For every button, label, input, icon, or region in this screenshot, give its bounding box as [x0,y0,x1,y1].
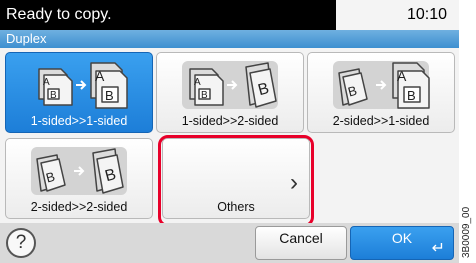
option-1-sided-to-2-sided[interactable]: A B B 1-sided>>2-sided [156,52,304,133]
option-1-sided-to-1-sided[interactable]: A B A B 1-sided>>1-sided [5,52,153,133]
document-id: 3B0009_00 [461,206,472,258]
option-label: 1-sided>>1-sided [30,114,128,128]
svg-text:B: B [201,90,208,101]
option-2-sided-to-2-sided[interactable]: B B 2-sided>>2-sided [5,138,153,219]
cancel-label: Cancel [279,230,323,246]
one-to-one-sided-icon: A B A B [38,62,128,109]
svg-text:A: A [95,68,105,84]
screen-title: Duplex [6,31,47,46]
enter-icon: ↵ [431,240,445,257]
ok-button[interactable]: OK ↵ [350,226,454,260]
option-label: 1-sided>>2-sided [181,114,279,128]
ok-label: OK [391,230,413,246]
option-label: 2-sided>>2-sided [30,200,128,214]
svg-text:A: A [194,77,201,88]
help-button[interactable]: ? [6,228,36,258]
options-panel: A B A B 1-sided>>1-sided A B B 1-sided>>… [0,48,459,223]
svg-text:B: B [50,90,57,101]
bottom-bar: ? Cancel OK ↵ [0,223,459,263]
copy-duplex-screen: Ready to copy. 10:10 Duplex A B A B 1-si… [0,0,459,263]
title-bar: Duplex [0,30,459,48]
two-to-two-sided-icon: B B [31,147,127,195]
svg-text:A: A [397,68,407,84]
svg-text:B: B [407,88,416,103]
chevron-right-icon: › [290,169,298,196]
option-label: Others [217,200,255,214]
svg-text:B: B [105,88,114,103]
two-to-one-sided-icon: B A B [333,61,430,109]
clock: 10:10 [406,6,447,23]
cancel-button[interactable]: Cancel [255,226,347,260]
svg-text:A: A [43,77,50,88]
option-others[interactable]: › Others [162,138,310,219]
option-label: 2-sided>>1-sided [332,114,430,128]
one-to-two-sided-icon: A B B [182,61,278,109]
status-bar: Ready to copy. 10:10 [0,0,459,30]
status-message: Ready to copy. [6,6,112,23]
option-2-sided-to-1-sided[interactable]: B A B 2-sided>>1-sided [307,52,455,133]
